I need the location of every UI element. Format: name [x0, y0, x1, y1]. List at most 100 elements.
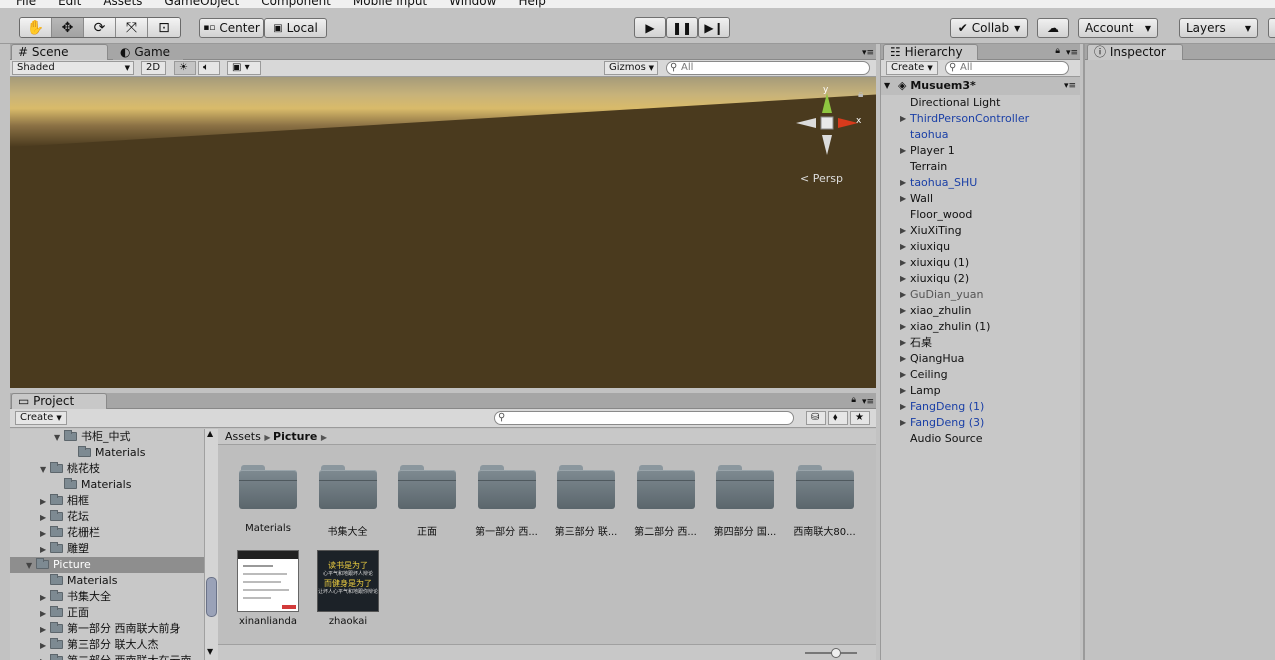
- asset-folder[interactable]: Materials: [229, 465, 307, 534]
- hierarchy-item[interactable]: ▶ Wall: [881, 191, 1079, 207]
- expand-arrow-icon[interactable]: ▶: [900, 175, 906, 191]
- project-create-dropdown[interactable]: Create ▼: [15, 411, 67, 425]
- expand-arrow-icon[interactable]: ▶: [900, 287, 906, 303]
- hierarchy-item[interactable]: ▶ 石桌: [881, 335, 1079, 351]
- tree-scrollbar[interactable]: ▲ ▼: [204, 429, 218, 660]
- hierarchy-item[interactable]: ▶ FangDeng (3): [881, 415, 1079, 431]
- hierarchy-item[interactable]: ▶ taohua_SHU: [881, 175, 1079, 191]
- expand-arrow-icon[interactable]: ▶: [900, 303, 906, 319]
- expand-arrow-icon[interactable]: ▶: [40, 542, 50, 558]
- filter-type-icon[interactable]: ⛁: [806, 411, 826, 425]
- expand-arrow-icon[interactable]: ▶: [900, 335, 906, 351]
- tree-scroll-thumb[interactable]: [206, 577, 217, 617]
- asset-folder[interactable]: 正面: [388, 465, 466, 538]
- pause-button[interactable]: ❚❚: [666, 17, 698, 38]
- menu-item-window[interactable]: Window: [449, 0, 496, 8]
- rotate-tool-icon[interactable]: ⟳: [84, 18, 116, 37]
- project-search-input[interactable]: [494, 411, 794, 425]
- expand-arrow-icon[interactable]: ▶: [900, 223, 906, 239]
- favorite-star-icon[interactable]: ★: [850, 411, 870, 425]
- hierarchy-item[interactable]: ▶ xiao_zhulin: [881, 303, 1079, 319]
- asset-folder[interactable]: 西南联大80...: [786, 465, 864, 538]
- hierarchy-item[interactable]: taohua: [881, 127, 1079, 143]
- scale-tool-icon[interactable]: ⤧: [116, 18, 148, 37]
- filter-label-icon[interactable]: ⬧: [828, 411, 848, 425]
- panel-menu-icon[interactable]: ▾≡: [1066, 48, 1078, 58]
- breadcrumb-assets[interactable]: Assets: [225, 430, 261, 443]
- scene-root-row[interactable]: ▼ ◈ Musuem3* ▾≡: [881, 77, 1080, 95]
- hierarchy-item[interactable]: ▶ Lamp: [881, 383, 1079, 399]
- effects-dropdown[interactable]: ▣ ▾: [227, 61, 261, 75]
- collapse-arrow-icon[interactable]: ▼: [40, 462, 50, 478]
- asset-folder[interactable]: 第二部分 西...: [627, 465, 705, 538]
- gizmos-dropdown[interactable]: Gizmos ▼: [604, 61, 658, 75]
- expand-arrow-icon[interactable]: ▶: [900, 111, 906, 127]
- expand-arrow-icon[interactable]: ▶: [40, 654, 50, 660]
- expand-arrow-icon[interactable]: ▶: [900, 399, 906, 415]
- tab-hierarchy[interactable]: ☷ Hierarchy: [883, 44, 978, 60]
- tree-item[interactable]: ▶ 花栅栏: [10, 525, 204, 541]
- play-button[interactable]: ▶: [634, 17, 666, 38]
- shading-mode-dropdown[interactable]: Shaded ▼: [12, 61, 134, 75]
- asset-folder[interactable]: 第三部分 联...: [547, 465, 625, 538]
- hierarchy-item[interactable]: Floor_wood: [881, 207, 1079, 223]
- menu-item-edit[interactable]: Edit: [58, 0, 81, 8]
- layout-dropdown[interactable]: [1268, 18, 1275, 38]
- tree-item[interactable]: ▶ 第三部分 联大人杰: [10, 637, 204, 653]
- 2d-toggle[interactable]: 2D: [141, 61, 166, 75]
- expand-arrow-icon[interactable]: ▶: [900, 255, 906, 271]
- expand-arrow-icon[interactable]: ▶: [40, 526, 50, 542]
- collab-dropdown[interactable]: ✔ Collab ▼: [950, 18, 1028, 38]
- asset-folder[interactable]: 第一部分 西...: [468, 465, 546, 538]
- tab-scene[interactable]: # Scene: [11, 44, 108, 60]
- hierarchy-item[interactable]: Directional Light: [881, 95, 1079, 111]
- collapse-arrow-icon[interactable]: ▼: [26, 558, 36, 574]
- expand-arrow-icon[interactable]: ▶: [900, 319, 906, 335]
- tree-item[interactable]: Materials: [10, 477, 204, 493]
- menu-item-file[interactable]: File: [16, 0, 36, 8]
- hierarchy-item[interactable]: ▶ QiangHua: [881, 351, 1079, 367]
- hierarchy-create-dropdown[interactable]: Create ▼: [886, 61, 938, 75]
- tree-item[interactable]: Materials: [10, 573, 204, 589]
- hierarchy-item[interactable]: ▶ Ceiling: [881, 367, 1079, 383]
- hierarchy-search-input[interactable]: All: [945, 61, 1069, 75]
- tree-item[interactable]: ▼ 桃花枝: [10, 461, 204, 477]
- hierarchy-item[interactable]: ▶ XiuXiTing: [881, 223, 1079, 239]
- expand-arrow-icon[interactable]: ▶: [900, 383, 906, 399]
- menu-item-gameobject[interactable]: GameObject: [164, 0, 239, 8]
- zoom-slider-thumb[interactable]: [831, 648, 841, 658]
- panel-menu-icon[interactable]: ▾≡: [862, 48, 874, 58]
- tree-item[interactable]: ▶ 第二部分 西南联大在云南: [10, 653, 204, 660]
- expand-arrow-icon[interactable]: ▶: [900, 271, 906, 287]
- tree-item[interactable]: ▶ 雕塑: [10, 541, 204, 557]
- hierarchy-item[interactable]: ▶ xiao_zhulin (1): [881, 319, 1079, 335]
- scene-search-input[interactable]: All: [666, 61, 870, 75]
- expand-arrow-icon[interactable]: ▶: [40, 494, 50, 510]
- collapse-arrow-icon[interactable]: ▼: [54, 430, 64, 446]
- hand-tool-icon[interactable]: ✋: [20, 18, 52, 37]
- expand-arrow-icon[interactable]: ▶: [900, 415, 906, 431]
- hierarchy-item[interactable]: Audio Source: [881, 431, 1079, 447]
- lock-icon[interactable]: 🔒︎: [1055, 46, 1060, 56]
- menu-item-assets[interactable]: Assets: [103, 0, 142, 8]
- lock-icon[interactable]: 🔒︎: [858, 89, 863, 100]
- account-dropdown[interactable]: Account ▼: [1078, 18, 1158, 38]
- asset-image[interactable]: 读书是为了 心平气和地跟坏人辩论 而健身是为了 让坏人心平气和地跟你辩论 zhaokai: [309, 550, 387, 627]
- tree-item[interactable]: ▼ 书柜_中式: [10, 429, 204, 445]
- expand-arrow-icon[interactable]: ▶: [900, 191, 906, 207]
- menu-item-mobile-input[interactable]: Mobile Input: [353, 0, 427, 8]
- cloud-button[interactable]: ☁: [1037, 18, 1069, 38]
- expand-arrow-icon[interactable]: ▶: [40, 590, 50, 606]
- lighting-toggle[interactable]: ☀: [174, 61, 196, 75]
- menu-item-component[interactable]: Component: [261, 0, 331, 8]
- panel-menu-icon[interactable]: ▾≡: [862, 397, 874, 407]
- lock-icon[interactable]: 🔒︎: [851, 395, 856, 405]
- hierarchy-item[interactable]: ▶ xiuxiqu: [881, 239, 1079, 255]
- expand-arrow-icon[interactable]: ▶: [900, 351, 906, 367]
- expand-arrow-icon[interactable]: ▶: [900, 367, 906, 383]
- hierarchy-item[interactable]: ▶ GuDian_yuan: [881, 287, 1079, 303]
- expand-arrow-icon[interactable]: ▶: [40, 606, 50, 622]
- tree-item[interactable]: ▼ Picture: [10, 557, 204, 573]
- scroll-up-icon[interactable]: ▲: [207, 429, 213, 438]
- tree-item[interactable]: ▶ 花坛: [10, 509, 204, 525]
